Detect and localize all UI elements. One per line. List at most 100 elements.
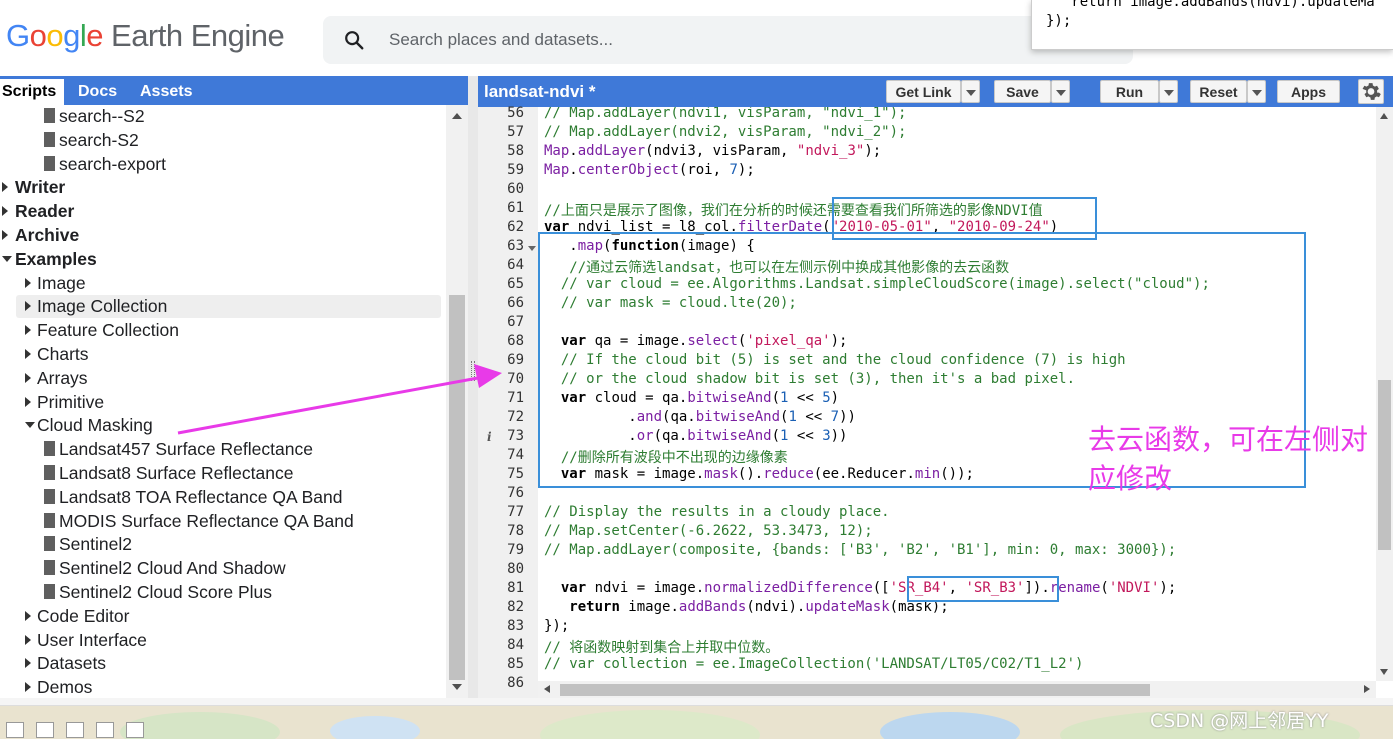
save-dropdown-icon[interactable] <box>1051 80 1070 103</box>
editor-horizontal-scrollbar[interactable] <box>538 681 1376 698</box>
code-line[interactable]: .and(qa.bitwiseAnd(1 << 7)) <box>544 409 856 428</box>
apps-button[interactable]: Apps <box>1277 80 1340 103</box>
tree-item[interactable]: Image Collection <box>16 295 441 319</box>
info-icon[interactable]: i <box>487 430 492 444</box>
tree-item[interactable]: User Interface <box>0 629 446 652</box>
collapsed-arrow-icon[interactable] <box>25 396 31 407</box>
code-line[interactable]: // var mask = cloud.lte(20); <box>544 295 797 314</box>
left-scrollbar[interactable] <box>446 105 468 698</box>
tree-item[interactable]: Archive <box>0 224 446 247</box>
search-bar[interactable]: Search places and datasets... <box>323 16 1133 64</box>
tree-item[interactable]: Sentinel2 Cloud Score Plus <box>0 581 446 604</box>
code-line[interactable]: //删除所有波段中不出现的边缘像素 <box>544 447 788 466</box>
collapsed-arrow-icon[interactable] <box>25 372 31 383</box>
code-line[interactable]: // Display the results in a cloudy place… <box>544 504 890 523</box>
collapsed-arrow-icon[interactable] <box>25 349 31 359</box>
code-line[interactable]: // Map.setCenter(-6.2622, 53.3473, 12); <box>544 523 873 542</box>
collapsed-arrow-icon[interactable] <box>2 206 8 217</box>
tree-item[interactable]: Demos <box>0 676 446 698</box>
code-line[interactable]: //通过云筛选landsat，也可以在左侧示例中换成其他影像的去云函数 <box>544 257 1009 276</box>
collapsed-arrow-icon[interactable] <box>2 182 8 193</box>
code-line[interactable]: Map.centerObject(roi, 7); <box>544 162 755 181</box>
code-line[interactable]: }); <box>544 618 569 637</box>
search-input[interactable]: Search places and datasets... <box>389 30 613 50</box>
tree-item[interactable]: Examples <box>0 248 446 271</box>
scroll-up-arrow-icon[interactable] <box>452 113 462 119</box>
code-line[interactable]: // var cloud = ee.Algorithms.Landsat.sim… <box>544 276 1210 295</box>
collapsed-arrow-icon[interactable] <box>25 610 31 621</box>
collapsed-arrow-icon[interactable] <box>25 682 31 693</box>
collapsed-arrow-icon[interactable] <box>25 277 31 288</box>
code-line[interactable]: // 将函数映射到集合上并取中位数。 <box>544 637 779 656</box>
collapsed-arrow-icon[interactable] <box>2 230 8 240</box>
collapsed-arrow-icon[interactable] <box>25 325 31 336</box>
code-line[interactable]: // If the cloud bit (5) is set and the c… <box>544 352 1126 371</box>
code-line[interactable]: // Map.addLayer(ndvi2, visParam, "ndvi_2… <box>544 124 906 143</box>
code-line[interactable]: .map(function(image) { <box>544 238 754 257</box>
code-line[interactable]: // or the cloud shadow bit is set (3), t… <box>544 371 1075 390</box>
pan-hand-icon[interactable] <box>6 722 24 738</box>
polygon-draw-icon[interactable] <box>96 722 114 738</box>
tab-assets[interactable]: Assets <box>132 79 200 105</box>
tree-item[interactable]: Arrays <box>0 367 446 390</box>
expanded-arrow-icon[interactable] <box>2 255 12 262</box>
code-line[interactable]: var ndvi = image.normalizedDifference(['… <box>544 580 1176 599</box>
tab-docs[interactable]: Docs <box>70 79 125 105</box>
left-scrollbar-thumb[interactable] <box>449 295 465 680</box>
editor-hscroll-thumb[interactable] <box>560 684 1150 696</box>
rectangle-draw-icon[interactable] <box>126 722 144 738</box>
editor-scroll-right-icon[interactable] <box>1364 685 1370 693</box>
line-draw-icon[interactable] <box>66 722 84 738</box>
tree-item[interactable]: Primitive <box>0 391 446 414</box>
tree-item[interactable]: Cloud Masking <box>0 414 446 437</box>
gear-icon[interactable] <box>1358 79 1384 104</box>
tree-item[interactable]: Reader <box>0 200 446 223</box>
code-line[interactable]: var cloud = qa.bitwiseAnd(1 << 5) <box>544 390 839 409</box>
save-button[interactable]: Save <box>994 80 1051 103</box>
map-view[interactable]: CSDN @网上邻居YY <box>0 698 1393 739</box>
tree-item[interactable]: Datasets <box>0 652 446 675</box>
code-line[interactable]: Map.addLayer(ndvi3, visParam, "ndvi_3"); <box>544 143 881 162</box>
code-line[interactable]: // var collection = ee.ImageCollection('… <box>544 656 1083 675</box>
panel-splitter[interactable] <box>468 76 478 698</box>
code-line[interactable]: // Map.addLayer(ndvi1, visParam, "ndvi_1… <box>544 107 906 124</box>
editor-scroll-up-icon[interactable] <box>1380 113 1388 119</box>
editor-scroll-left-icon[interactable] <box>544 685 550 693</box>
scroll-down-arrow-icon[interactable] <box>452 684 462 690</box>
get-link-button[interactable]: Get Link <box>886 80 961 103</box>
run-dropdown-icon[interactable] <box>1159 80 1178 103</box>
code-line[interactable]: var mask = image.mask().reduce(ee.Reduce… <box>544 466 974 485</box>
tab-scripts[interactable]: Scripts <box>0 79 64 105</box>
map-splitter-bar[interactable] <box>0 698 1393 706</box>
tree-item[interactable]: Landsat8 TOA Reflectance QA Band <box>0 486 446 509</box>
tree-item[interactable]: Sentinel2 Cloud And Shadow <box>0 557 446 580</box>
google-earth-engine-logo[interactable]: Google Earth Engine <box>6 18 285 54</box>
tree-item[interactable]: Charts <box>0 343 446 366</box>
code-line[interactable]: var ndvi_list = l8_col.filterDate("2010-… <box>544 219 1058 238</box>
collapsed-arrow-icon[interactable] <box>25 658 31 669</box>
get-link-dropdown-icon[interactable] <box>961 80 980 103</box>
code-line[interactable]: // Map.addLayer(composite, {bands: ['B3'… <box>544 542 1176 561</box>
tree-item[interactable]: search--S2 <box>0 105 446 128</box>
tree-item[interactable]: MODIS Surface Reflectance QA Band <box>0 510 446 533</box>
editor-vertical-scrollbar[interactable] <box>1376 107 1393 681</box>
collapsed-arrow-icon[interactable] <box>25 634 31 645</box>
tree-item[interactable]: search-export <box>0 153 446 176</box>
run-button[interactable]: Run <box>1100 80 1159 103</box>
marker-icon[interactable] <box>36 722 54 738</box>
fold-arrow-icon[interactable] <box>528 246 536 251</box>
code-line[interactable]: //上面只是展示了图像，我们在分析的时候还需要查看我们所筛选的影像NDVI值 <box>544 200 1043 219</box>
reset-button[interactable]: Reset <box>1190 80 1247 103</box>
tree-item[interactable]: Sentinel2 <box>0 533 446 556</box>
expanded-arrow-icon[interactable] <box>25 422 35 429</box>
collapsed-arrow-icon[interactable] <box>25 301 31 312</box>
editor-scroll-down-icon[interactable] <box>1380 669 1388 675</box>
code-area[interactable]: // Map.addLayer(ndvi1, visParam, "ndvi_1… <box>538 107 1376 681</box>
tree-item[interactable]: Feature Collection <box>0 319 446 342</box>
code-line[interactable]: return image.addBands(ndvi).updateMask(m… <box>544 599 948 618</box>
tree-item[interactable]: Image <box>0 272 446 295</box>
splitter-grip-icon[interactable] <box>471 361 475 381</box>
reset-dropdown-icon[interactable] <box>1247 80 1266 103</box>
tree-item[interactable]: Writer <box>0 176 446 199</box>
tree-item[interactable]: search-S2 <box>0 129 446 152</box>
